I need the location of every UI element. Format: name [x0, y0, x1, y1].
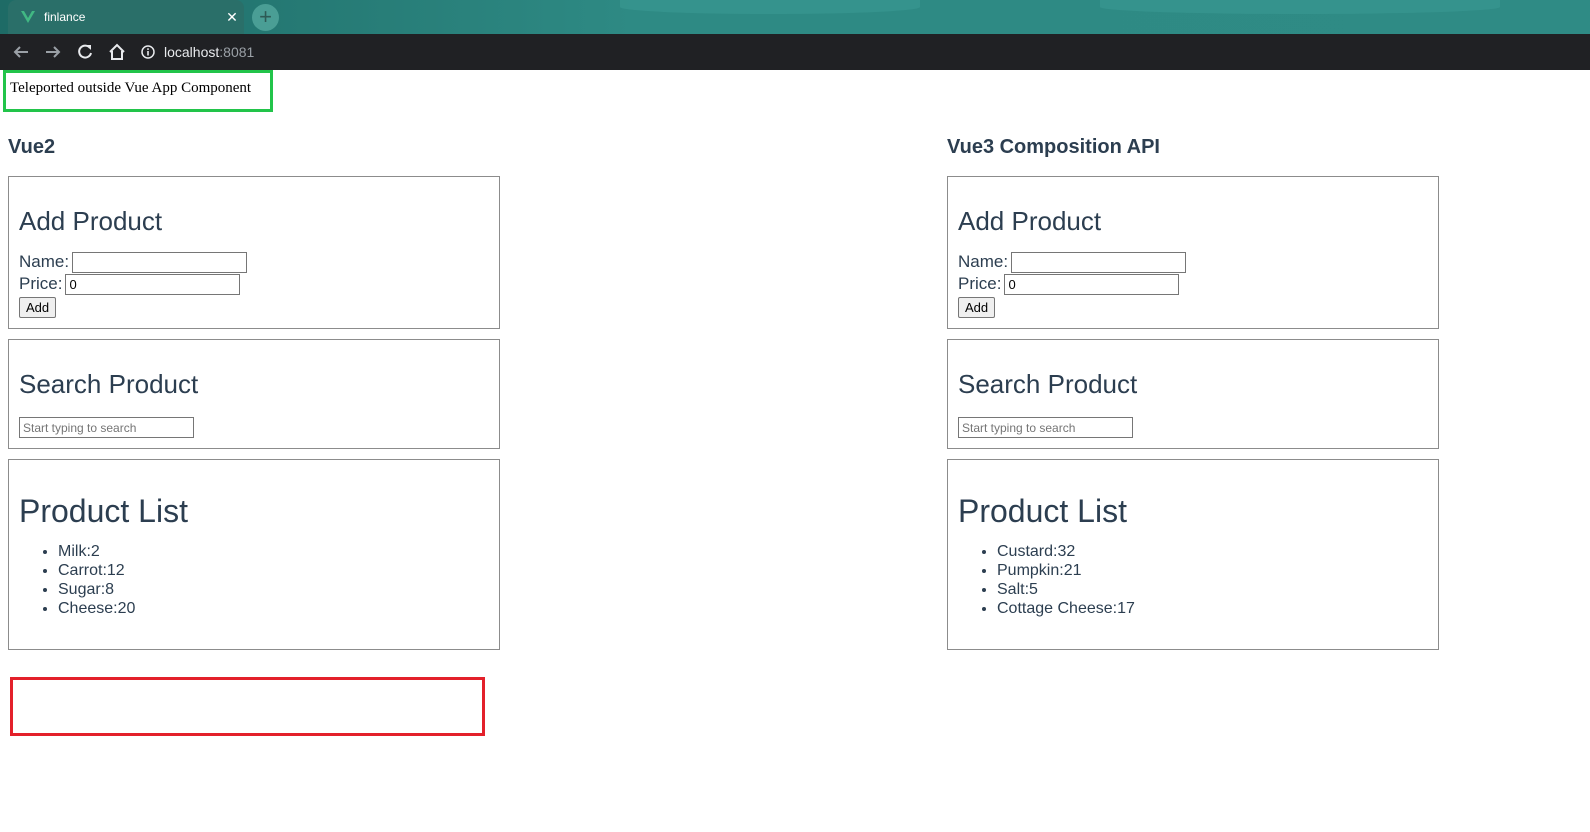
info-icon[interactable] [141, 45, 155, 59]
name-row: Name: [958, 251, 1428, 273]
product-list: Custard:32 Pumpkin:21 Salt:5 Cottage Che… [958, 542, 1428, 618]
price-input[interactable] [65, 273, 241, 295]
list-item: Sugar:8 [58, 580, 489, 599]
list-item: Cottage Cheese:17 [997, 599, 1428, 618]
search-product-title: Search Product [958, 369, 1138, 399]
url-port: :8081 [219, 44, 255, 60]
back-button[interactable] [5, 36, 37, 68]
name-input[interactable] [72, 251, 248, 273]
add-button[interactable]: Add [958, 297, 996, 318]
vue3-column: Vue3 Composition API Add Product Name: P… [947, 136, 1439, 660]
price-row: Price: [19, 273, 489, 295]
reload-icon [78, 44, 92, 59]
url-host: localhost [164, 44, 220, 60]
search-product-title: Search Product [19, 369, 199, 399]
list-item: Cheese:20 [58, 599, 489, 618]
list-item: Carrot:12 [58, 561, 489, 580]
product-list-title: Product List [958, 493, 1127, 529]
add-button[interactable]: Add [19, 297, 57, 318]
list-item: Pumpkin:21 [997, 561, 1428, 580]
search-product-card: Search Product [8, 339, 500, 449]
price-label: Price: [958, 274, 1002, 293]
search-product-card: Search Product [947, 339, 1439, 449]
name-row: Name: [19, 251, 489, 273]
product-list-card: Product List Custard:32 Pumpkin:21 Salt:… [947, 459, 1439, 650]
product-list-title: Product List [19, 493, 188, 529]
name-input[interactable] [1011, 251, 1187, 273]
column-heading: Vue3 Composition API [947, 136, 1160, 158]
list-item: Custard:32 [997, 542, 1428, 561]
vue-logo-icon [21, 11, 35, 23]
reload-button[interactable] [69, 36, 101, 68]
empty-highlight-box [10, 677, 485, 736]
search-input[interactable] [19, 417, 194, 438]
add-product-title: Add Product [958, 206, 1102, 236]
forward-button[interactable] [37, 36, 69, 68]
browser-tab-strip: finlance ✕ + [0, 0, 1590, 34]
browser-tab[interactable]: finlance ✕ [8, 0, 244, 34]
list-item: Milk:2 [58, 542, 489, 561]
name-label: Name: [19, 252, 70, 271]
address-bar[interactable]: localhost:8081 [141, 38, 254, 66]
price-input[interactable] [1004, 273, 1180, 295]
list-item: Salt:5 [997, 580, 1428, 599]
product-list: Milk:2 Carrot:12 Sugar:8 Cheese:20 [19, 542, 489, 618]
price-label: Price: [19, 274, 63, 293]
add-product-title: Add Product [19, 206, 163, 236]
background-decoration [1100, 0, 1500, 14]
home-icon [109, 43, 125, 60]
add-product-card: Add Product Name: Price: Add [8, 176, 500, 329]
column-heading: Vue2 [8, 136, 56, 158]
search-input[interactable] [958, 417, 1133, 438]
add-product-card: Add Product Name: Price: Add [947, 176, 1439, 329]
teleport-box: Teleported outside Vue App Component [3, 70, 273, 112]
price-row: Price: [958, 273, 1428, 295]
arrow-right-icon [46, 46, 61, 58]
tab-title: finlance [44, 10, 86, 24]
arrow-left-icon [13, 46, 28, 58]
vue2-column: Vue2 Add Product Name: Price: Add Search… [8, 136, 500, 660]
teleport-text: Teleported outside Vue App Component [10, 80, 252, 96]
name-label: Name: [958, 252, 1009, 271]
close-tab-icon[interactable]: ✕ [220, 9, 244, 26]
background-decoration [620, 0, 920, 14]
new-tab-button[interactable]: + [252, 4, 279, 31]
product-list-card: Product List Milk:2 Carrot:12 Sugar:8 Ch… [8, 459, 500, 650]
browser-toolbar: localhost:8081 [0, 34, 1590, 70]
home-button[interactable] [101, 36, 133, 68]
